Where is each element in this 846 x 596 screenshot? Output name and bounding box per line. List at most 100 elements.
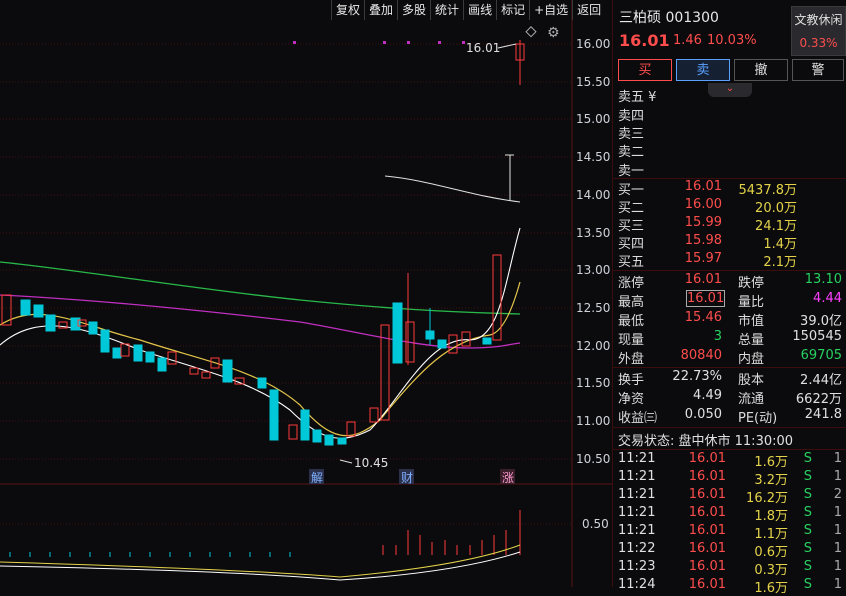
stat-label: 市值 bbox=[738, 314, 765, 329]
stat-value: 80840 bbox=[680, 348, 722, 363]
stat-label: 现量 bbox=[618, 333, 645, 348]
tick-side: S bbox=[803, 577, 812, 592]
mark-rise[interactable]: 涨 bbox=[502, 469, 514, 486]
stat-label: 最低 bbox=[618, 314, 645, 329]
stat-value: 4.44 bbox=[813, 291, 842, 306]
stat-label: 最高 bbox=[618, 295, 645, 310]
toolbar-stats-button[interactable]: 统计 bbox=[430, 0, 463, 20]
stat-label: 涨停 bbox=[618, 276, 645, 291]
alert-button[interactable]: 警 bbox=[792, 59, 844, 81]
stat-label: PE(动) bbox=[738, 411, 778, 426]
tick-time: 11:21 bbox=[618, 469, 656, 484]
ma-yellow-line bbox=[0, 281, 521, 437]
ytick: 16.00 bbox=[576, 37, 611, 51]
tick-time: 11:21 bbox=[618, 451, 656, 466]
mark-unlock[interactable]: 解 bbox=[311, 469, 323, 486]
trade-status: 交易状态: 盘中休市 11:30:00 bbox=[618, 434, 794, 449]
bid-price[interactable]: 15.99 bbox=[670, 215, 722, 230]
stat-value: 3 bbox=[713, 329, 722, 344]
stat-label: 总量 bbox=[738, 333, 765, 348]
ytick: 14.50 bbox=[576, 150, 611, 164]
ask-label: 卖一 bbox=[618, 164, 645, 179]
toolbar-fuquan-button[interactable]: 复权 bbox=[331, 0, 364, 20]
stat-label: 量比 bbox=[738, 295, 765, 310]
bid-volume: 5437.8万 bbox=[738, 183, 798, 198]
bid-price[interactable]: 15.98 bbox=[670, 233, 722, 248]
tick-price: 16.01 bbox=[688, 559, 726, 574]
high-label: 16.01 bbox=[466, 41, 501, 55]
ma-white-line bbox=[0, 227, 521, 439]
bid-label: 买二 bbox=[618, 201, 645, 216]
ytick: 15.50 bbox=[576, 75, 611, 89]
stat-value: 16.01 bbox=[684, 272, 722, 287]
stat-value: 2.44亿 bbox=[800, 373, 842, 388]
bid-price[interactable]: 16.00 bbox=[670, 197, 722, 212]
stat-value: 241.8 bbox=[804, 407, 842, 422]
stat-value: 22.73% bbox=[672, 369, 722, 384]
tick-volume: 3.2万 bbox=[754, 473, 788, 488]
toolbar-overlay-button[interactable]: 叠加 bbox=[364, 0, 397, 20]
tick-price: 16.01 bbox=[688, 577, 726, 592]
chart-toolbar: 复权 叠加 多股 统计 画线 标记 +自选 返回 bbox=[331, 0, 605, 21]
tick-side: S bbox=[803, 451, 812, 466]
ytick: 13.00 bbox=[576, 263, 611, 277]
stat-value: 69705 bbox=[800, 348, 842, 363]
bid-label: 买三 bbox=[618, 219, 645, 234]
tick-time: 11:21 bbox=[618, 505, 656, 520]
sell-button[interactable]: 卖 bbox=[676, 59, 730, 81]
stat-value: 6622万 bbox=[795, 392, 842, 407]
tick-price: 16.01 bbox=[688, 523, 726, 538]
price-axis: 16.00 15.50 15.00 14.50 14.00 13.50 13.0… bbox=[572, 0, 612, 587]
stat-label: 内盘 bbox=[738, 352, 765, 367]
candles bbox=[1, 40, 525, 446]
tick-volume: 0.6万 bbox=[754, 545, 788, 560]
stat-value: 16.01 bbox=[686, 290, 725, 307]
low-label: 10.45 bbox=[354, 456, 389, 470]
cancel-button[interactable]: 撤 bbox=[734, 59, 788, 81]
toolbar-draw-button[interactable]: 画线 bbox=[463, 0, 496, 20]
tick-volume: 1.6万 bbox=[754, 455, 788, 470]
bid-volume: 24.1万 bbox=[755, 219, 797, 234]
settings-gear-icon[interactable]: ⚙ bbox=[547, 25, 560, 41]
tick-price: 16.01 bbox=[688, 451, 726, 466]
stat-label: 跌停 bbox=[738, 276, 765, 291]
sector-name: 文教休闲 bbox=[794, 13, 843, 27]
toolbar-add-watchlist-button[interactable]: +自选 bbox=[529, 0, 572, 20]
mark-finance[interactable]: 财 bbox=[401, 469, 413, 486]
bid-price[interactable]: 15.97 bbox=[670, 251, 722, 266]
collapse-chevron-icon[interactable]: ⌄ bbox=[708, 83, 752, 97]
sector-status-box[interactable]: 文教休闲 0.33% bbox=[791, 6, 846, 56]
kline-chart-area[interactable]: 解 财 涨 10.45 16.01 ⚙ bbox=[0, 0, 612, 587]
toolbar-multistock-button[interactable]: 多股 bbox=[397, 0, 430, 20]
tick-time: 11:23 bbox=[618, 559, 656, 574]
tick-side: S bbox=[803, 505, 812, 520]
bid-label: 买四 bbox=[618, 237, 645, 252]
tick-count: 1 bbox=[833, 523, 842, 538]
tick-count: 1 bbox=[833, 559, 842, 574]
tick-side: S bbox=[803, 523, 812, 538]
kline-chart-svg[interactable] bbox=[0, 0, 612, 587]
ask-label: 卖二 bbox=[618, 145, 645, 160]
ytick: 11.50 bbox=[576, 376, 611, 390]
tick-volume: 1.1万 bbox=[754, 527, 788, 542]
buy-button[interactable]: 买 bbox=[618, 59, 672, 81]
sector-pct: 0.33% bbox=[799, 36, 838, 50]
toolbar-mark-button[interactable]: 标记 bbox=[496, 0, 529, 20]
tick-count: 1 bbox=[833, 505, 842, 520]
tick-volume: 1.8万 bbox=[754, 509, 788, 524]
ytick: 15.00 bbox=[576, 112, 611, 126]
tick-price: 16.01 bbox=[688, 469, 726, 484]
tick-count: 1 bbox=[833, 451, 842, 466]
ytick: 13.50 bbox=[576, 226, 611, 240]
tick-time: 11:21 bbox=[618, 487, 656, 502]
tick-side: S bbox=[803, 469, 812, 484]
tick-time: 11:21 bbox=[618, 523, 656, 538]
stat-label: 流通 bbox=[738, 392, 765, 407]
bid-price[interactable]: 16.01 bbox=[670, 179, 722, 194]
stat-value: 4.49 bbox=[693, 388, 722, 403]
tick-count: 1 bbox=[833, 541, 842, 556]
last-price: 16.01 bbox=[619, 31, 670, 50]
grid bbox=[0, 43, 572, 525]
ask-label: 卖四 bbox=[618, 109, 645, 124]
ytick: 10.50 bbox=[576, 452, 611, 466]
